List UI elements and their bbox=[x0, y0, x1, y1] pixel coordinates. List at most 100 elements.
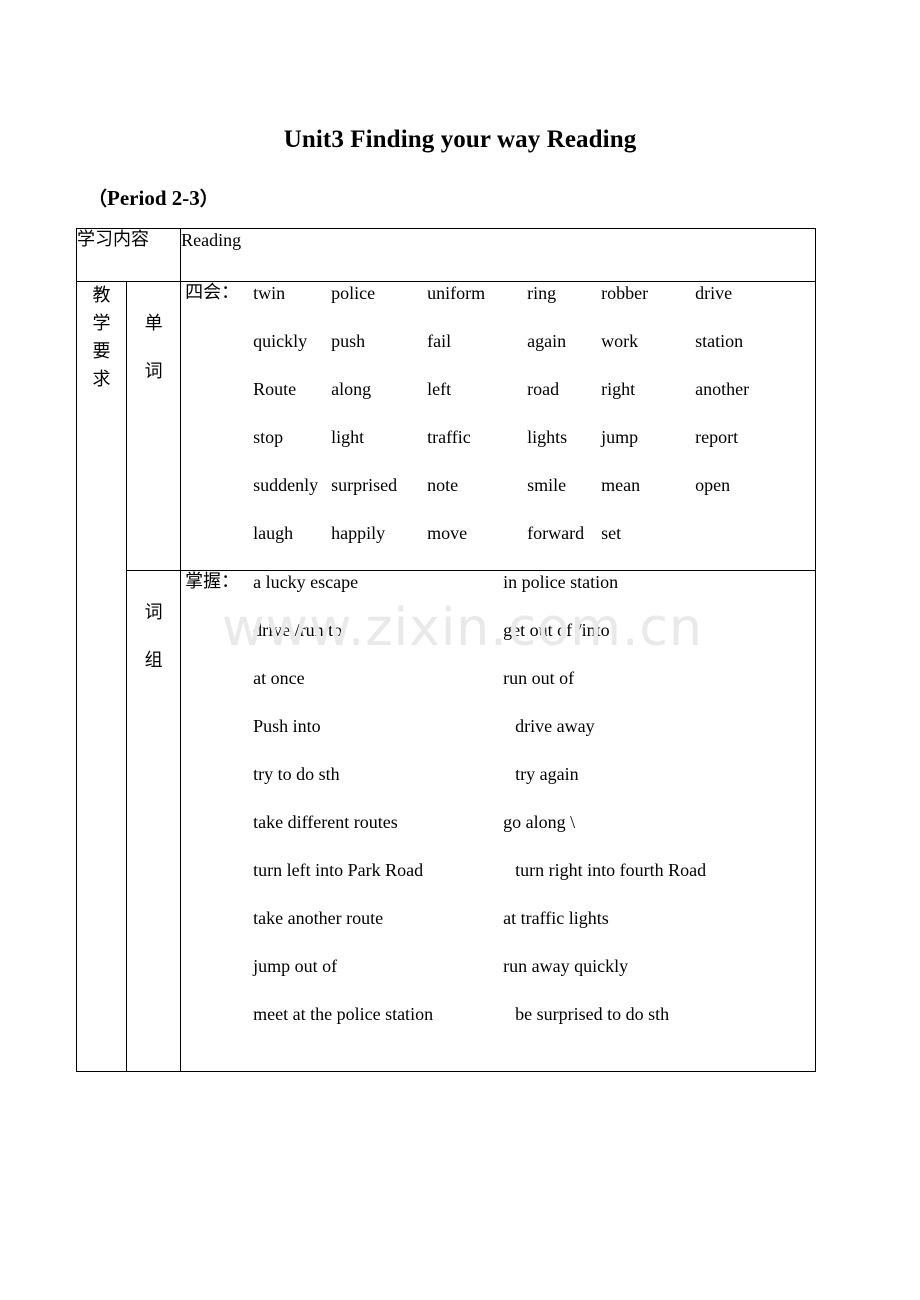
phrase-right: get out of /into bbox=[503, 620, 610, 640]
cell-teaching-requirement-label: 教 学 要 求 bbox=[75, 281, 128, 1072]
phrases-label-char-0: 词 bbox=[144, 602, 163, 623]
word-item: Route bbox=[253, 379, 297, 399]
phrase-left: try to do sth bbox=[253, 764, 340, 784]
word-row: Route along left road right another bbox=[181, 378, 815, 426]
word-item: traffic bbox=[427, 427, 471, 447]
phrase-row: 掌握： a lucky escape in police station bbox=[181, 571, 815, 619]
word-item: happily bbox=[331, 523, 386, 543]
word-item: mean bbox=[601, 475, 641, 495]
word-row: stop light traffic lights jump report bbox=[181, 426, 815, 474]
word-item: work bbox=[601, 331, 639, 351]
word-item: surprised bbox=[331, 475, 398, 495]
word-item: again bbox=[527, 331, 567, 351]
table-row-phrases: 词 组 掌握： a lucky escape in police station… bbox=[77, 570, 816, 1072]
word-item: lights bbox=[527, 427, 568, 447]
word-item: note bbox=[427, 475, 459, 495]
requirement-char-1: 学 bbox=[92, 313, 111, 334]
page-title: Unit3 Finding your way Reading bbox=[283, 126, 637, 153]
vertical-label-teaching-requirement: 教 学 要 求 bbox=[77, 282, 126, 394]
word-item: police bbox=[331, 283, 376, 303]
word-row: laugh happily move forward set bbox=[181, 522, 815, 570]
phrase-left: drive /run to bbox=[253, 620, 343, 640]
word-item: fail bbox=[427, 331, 452, 351]
phrase-right: run away quickly bbox=[503, 956, 629, 976]
word-item: drive bbox=[695, 283, 733, 303]
phrase-row: at once run out of bbox=[181, 667, 815, 715]
phrase-row: turn left into Park Road turn right into… bbox=[181, 859, 815, 907]
words-label-char-0: 单 bbox=[144, 313, 163, 334]
document-page: Unit3 Finding your way Reading （Period 2… bbox=[0, 0, 920, 1300]
word-item: light bbox=[331, 427, 365, 447]
word-item: left bbox=[427, 379, 452, 399]
cell-words-label: 单 词 bbox=[126, 281, 182, 571]
phrase-left: meet at the police station bbox=[253, 1004, 434, 1024]
vertical-label-phrases: 词 组 bbox=[127, 571, 180, 685]
phrase-right: go along \ bbox=[503, 812, 576, 832]
word-row: suddenly surprised note smile mean open bbox=[181, 474, 815, 522]
word-item: laugh bbox=[253, 523, 294, 543]
phrase-left: jump out of bbox=[253, 956, 338, 976]
requirement-char-2: 要 bbox=[92, 341, 111, 362]
subtitle-text: Period 2-3 bbox=[107, 186, 200, 210]
phrase-left: Push into bbox=[253, 716, 321, 736]
phrase-row: jump out of run away quickly bbox=[181, 955, 815, 1003]
cell-study-content-value: Reading bbox=[180, 228, 816, 282]
phrase-right: at traffic lights bbox=[503, 908, 609, 928]
word-item: robber bbox=[601, 283, 649, 303]
phrase-right: drive away bbox=[515, 716, 595, 736]
phrase-row: meet at the police station be surprised … bbox=[181, 1003, 815, 1051]
word-item: smile bbox=[527, 475, 567, 495]
phrase-left: at once bbox=[253, 668, 305, 688]
word-item: report bbox=[695, 427, 739, 447]
cell-words-list: 四会： twin police uniform ring robber driv… bbox=[180, 281, 816, 571]
phrase-right: in police station bbox=[503, 572, 619, 592]
word-item: right bbox=[601, 379, 636, 399]
word-item: another bbox=[695, 379, 750, 399]
phrase-right: be surprised to do sth bbox=[515, 1004, 670, 1024]
phrases-prefix-label: 掌握： bbox=[185, 571, 240, 592]
word-row: 四会： twin police uniform ring robber driv… bbox=[181, 282, 815, 330]
word-item: push bbox=[331, 331, 366, 351]
table-row-study-content: 学习内容 Reading bbox=[75, 228, 816, 282]
phrase-right: turn right into fourth Road bbox=[515, 860, 707, 880]
words-prefix-label: 四会： bbox=[185, 282, 240, 303]
phrase-right: run out of bbox=[503, 668, 575, 688]
phrase-left: turn left into Park Road bbox=[253, 860, 424, 880]
subtitle-close-paren: ） bbox=[199, 188, 219, 210]
subtitle-open-paren: （ bbox=[88, 188, 108, 210]
vertical-label-words: 单 词 bbox=[127, 282, 180, 396]
phrase-left: a lucky escape bbox=[253, 572, 359, 592]
word-item: suddenly bbox=[253, 475, 319, 495]
cell-phrases-list: 掌握： a lucky escape in police station dri… bbox=[180, 570, 816, 1072]
phrase-row: take different routes go along \ bbox=[181, 811, 815, 859]
word-item: road bbox=[527, 379, 560, 399]
phrase-row: try to do sth try again bbox=[181, 763, 815, 811]
page-subtitle: （Period 2-3） bbox=[88, 184, 219, 211]
word-item: ring bbox=[527, 283, 557, 303]
phrase-row: drive /run to get out of /into bbox=[181, 619, 815, 667]
phrase-row: Push into drive away bbox=[181, 715, 815, 763]
word-item: along bbox=[331, 379, 372, 399]
word-item: uniform bbox=[427, 283, 486, 303]
word-item: twin bbox=[253, 283, 286, 303]
word-item: jump bbox=[601, 427, 639, 447]
word-item: open bbox=[695, 475, 731, 495]
phrases-label-char-1: 组 bbox=[144, 650, 163, 671]
requirement-char-0: 教 bbox=[92, 285, 111, 306]
word-item: move bbox=[427, 523, 468, 543]
phrase-row: take another route at traffic lights bbox=[181, 907, 815, 955]
table-row-words: 教 学 要 求 单 词 四会： twin police uniform ring… bbox=[75, 281, 816, 1072]
word-row: quickly push fail again work station bbox=[181, 330, 815, 378]
phrase-left: take different routes bbox=[253, 812, 398, 832]
cell-study-content-label: 学习内容 bbox=[75, 228, 182, 282]
word-item: set bbox=[601, 523, 622, 543]
phrase-right: try again bbox=[515, 764, 579, 784]
words-label-char-1: 词 bbox=[144, 361, 163, 382]
cell-phrases-label: 词 组 bbox=[126, 570, 182, 1072]
word-item: station bbox=[695, 331, 744, 351]
word-item: stop bbox=[253, 427, 284, 447]
word-item: forward bbox=[527, 523, 585, 543]
word-item: quickly bbox=[253, 331, 308, 351]
lesson-plan-table: 学习内容 Reading 教 学 要 求 单 词 四会： twin police… bbox=[75, 228, 816, 1072]
phrase-left: take another route bbox=[253, 908, 384, 928]
